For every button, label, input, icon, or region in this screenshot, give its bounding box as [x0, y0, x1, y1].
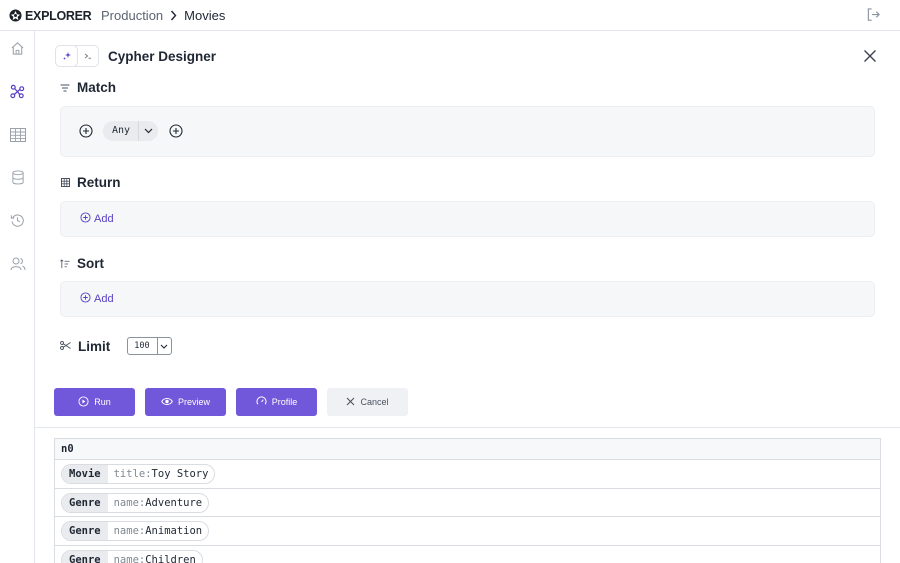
- return-add-button[interactable]: Add: [80, 212, 114, 226]
- node-type-select[interactable]: Any: [103, 121, 159, 141]
- app-logo[interactable]: EXPLORER: [9, 8, 92, 23]
- return-section-label: Return: [60, 175, 121, 190]
- breadcrumb: Production Movies: [101, 8, 225, 23]
- preview-button[interactable]: Preview: [145, 388, 226, 416]
- return-add-label: Add: [94, 213, 114, 225]
- mode-toggle: [55, 45, 99, 67]
- filter-icon: [60, 84, 70, 92]
- match-box: Any: [60, 106, 875, 157]
- column-header: n0: [55, 439, 880, 460]
- terminal-icon[interactable]: [77, 46, 98, 66]
- breadcrumb-item-movies[interactable]: Movies: [184, 8, 225, 23]
- table-icon[interactable]: [9, 126, 26, 143]
- table-row[interactable]: Movie title:Toy Story: [55, 460, 880, 489]
- node-property: name:Animation: [113, 525, 203, 537]
- logout-icon[interactable]: [866, 7, 881, 27]
- node-chip[interactable]: Genre name:Animation: [61, 521, 210, 541]
- sidebar: [0, 31, 35, 563]
- add-circle-icon: [80, 212, 91, 226]
- top-bar: EXPLORER Production Movies: [0, 0, 900, 31]
- table-row[interactable]: Genre name:Animation: [55, 517, 880, 546]
- gauge-icon: [256, 395, 267, 409]
- results-table: n0 Movie title:Toy Story Genre name:Adve…: [54, 438, 881, 563]
- preview-label: Preview: [177, 397, 210, 407]
- sort-section-label: Sort: [60, 256, 104, 271]
- cancel-label: Cancel: [360, 397, 389, 407]
- close-icon[interactable]: [863, 49, 877, 68]
- limit-value: 100: [134, 341, 150, 351]
- table-row[interactable]: Genre name:Children: [55, 546, 880, 563]
- logo-text: EXPLORER: [25, 8, 92, 23]
- designer-title: Cypher Designer: [108, 48, 217, 64]
- limit-row: Limit 100: [60, 337, 172, 355]
- history-icon[interactable]: [9, 212, 26, 229]
- scissors-icon: [60, 337, 71, 355]
- limit-select[interactable]: 100: [127, 337, 172, 355]
- node-chip[interactable]: Movie title:Toy Story: [61, 464, 216, 484]
- chevron-down-icon[interactable]: [138, 121, 158, 141]
- return-box: Add: [60, 201, 875, 237]
- home-icon[interactable]: [9, 40, 26, 57]
- node-property: title:Toy Story: [113, 468, 209, 480]
- designer-mode-icon[interactable]: [56, 46, 77, 66]
- cancel-button[interactable]: Cancel: [327, 388, 408, 416]
- logo-icon: [9, 9, 22, 22]
- node-chip[interactable]: Genre name:Children: [61, 549, 203, 563]
- node-label: Genre: [62, 522, 108, 540]
- database-icon[interactable]: [9, 169, 26, 186]
- node-label: Movie: [62, 465, 108, 483]
- profile-button[interactable]: Profile: [236, 388, 317, 416]
- run-label: Run: [94, 397, 111, 407]
- sort-add-button[interactable]: Add: [80, 292, 114, 306]
- run-button[interactable]: Run: [54, 388, 135, 416]
- play-icon: [78, 395, 89, 409]
- add-node-after-icon[interactable]: [168, 124, 183, 139]
- node-type-value: Any: [112, 125, 131, 136]
- sort-box: Add: [60, 281, 875, 317]
- node-label: Genre: [62, 550, 108, 563]
- table-row[interactable]: Genre name:Adventure: [55, 489, 880, 517]
- chevron-down-icon[interactable]: [156, 338, 171, 354]
- return-label: Return: [77, 175, 121, 190]
- breadcrumb-item-production[interactable]: Production: [101, 8, 163, 23]
- limit-label: Limit: [78, 338, 111, 354]
- node-label: Genre: [62, 493, 108, 512]
- cypher-designer-panel: Cypher Designer Match Any Return Add Sor…: [35, 31, 900, 428]
- node-property: name:Adventure: [113, 496, 203, 509]
- match-label: Match: [77, 80, 117, 95]
- users-icon[interactable]: [9, 255, 26, 272]
- node-chip[interactable]: Genre name:Adventure: [61, 492, 210, 513]
- node-property: name:Children: [113, 553, 196, 563]
- add-circle-icon: [80, 292, 91, 306]
- sort-label: Sort: [77, 256, 104, 271]
- eye-icon: [161, 397, 173, 408]
- sort-icon: [60, 258, 70, 269]
- action-buttons: Run Preview Profile Cancel: [54, 388, 408, 416]
- close-icon: [346, 397, 355, 408]
- match-section-label: Match: [60, 80, 116, 95]
- add-node-before-icon[interactable]: [78, 124, 93, 139]
- chevron-right-icon: [170, 10, 177, 21]
- grid-icon: [60, 178, 70, 187]
- graph-icon[interactable]: [9, 83, 26, 100]
- sort-add-label: Add: [94, 293, 114, 305]
- profile-label: Profile: [271, 397, 298, 407]
